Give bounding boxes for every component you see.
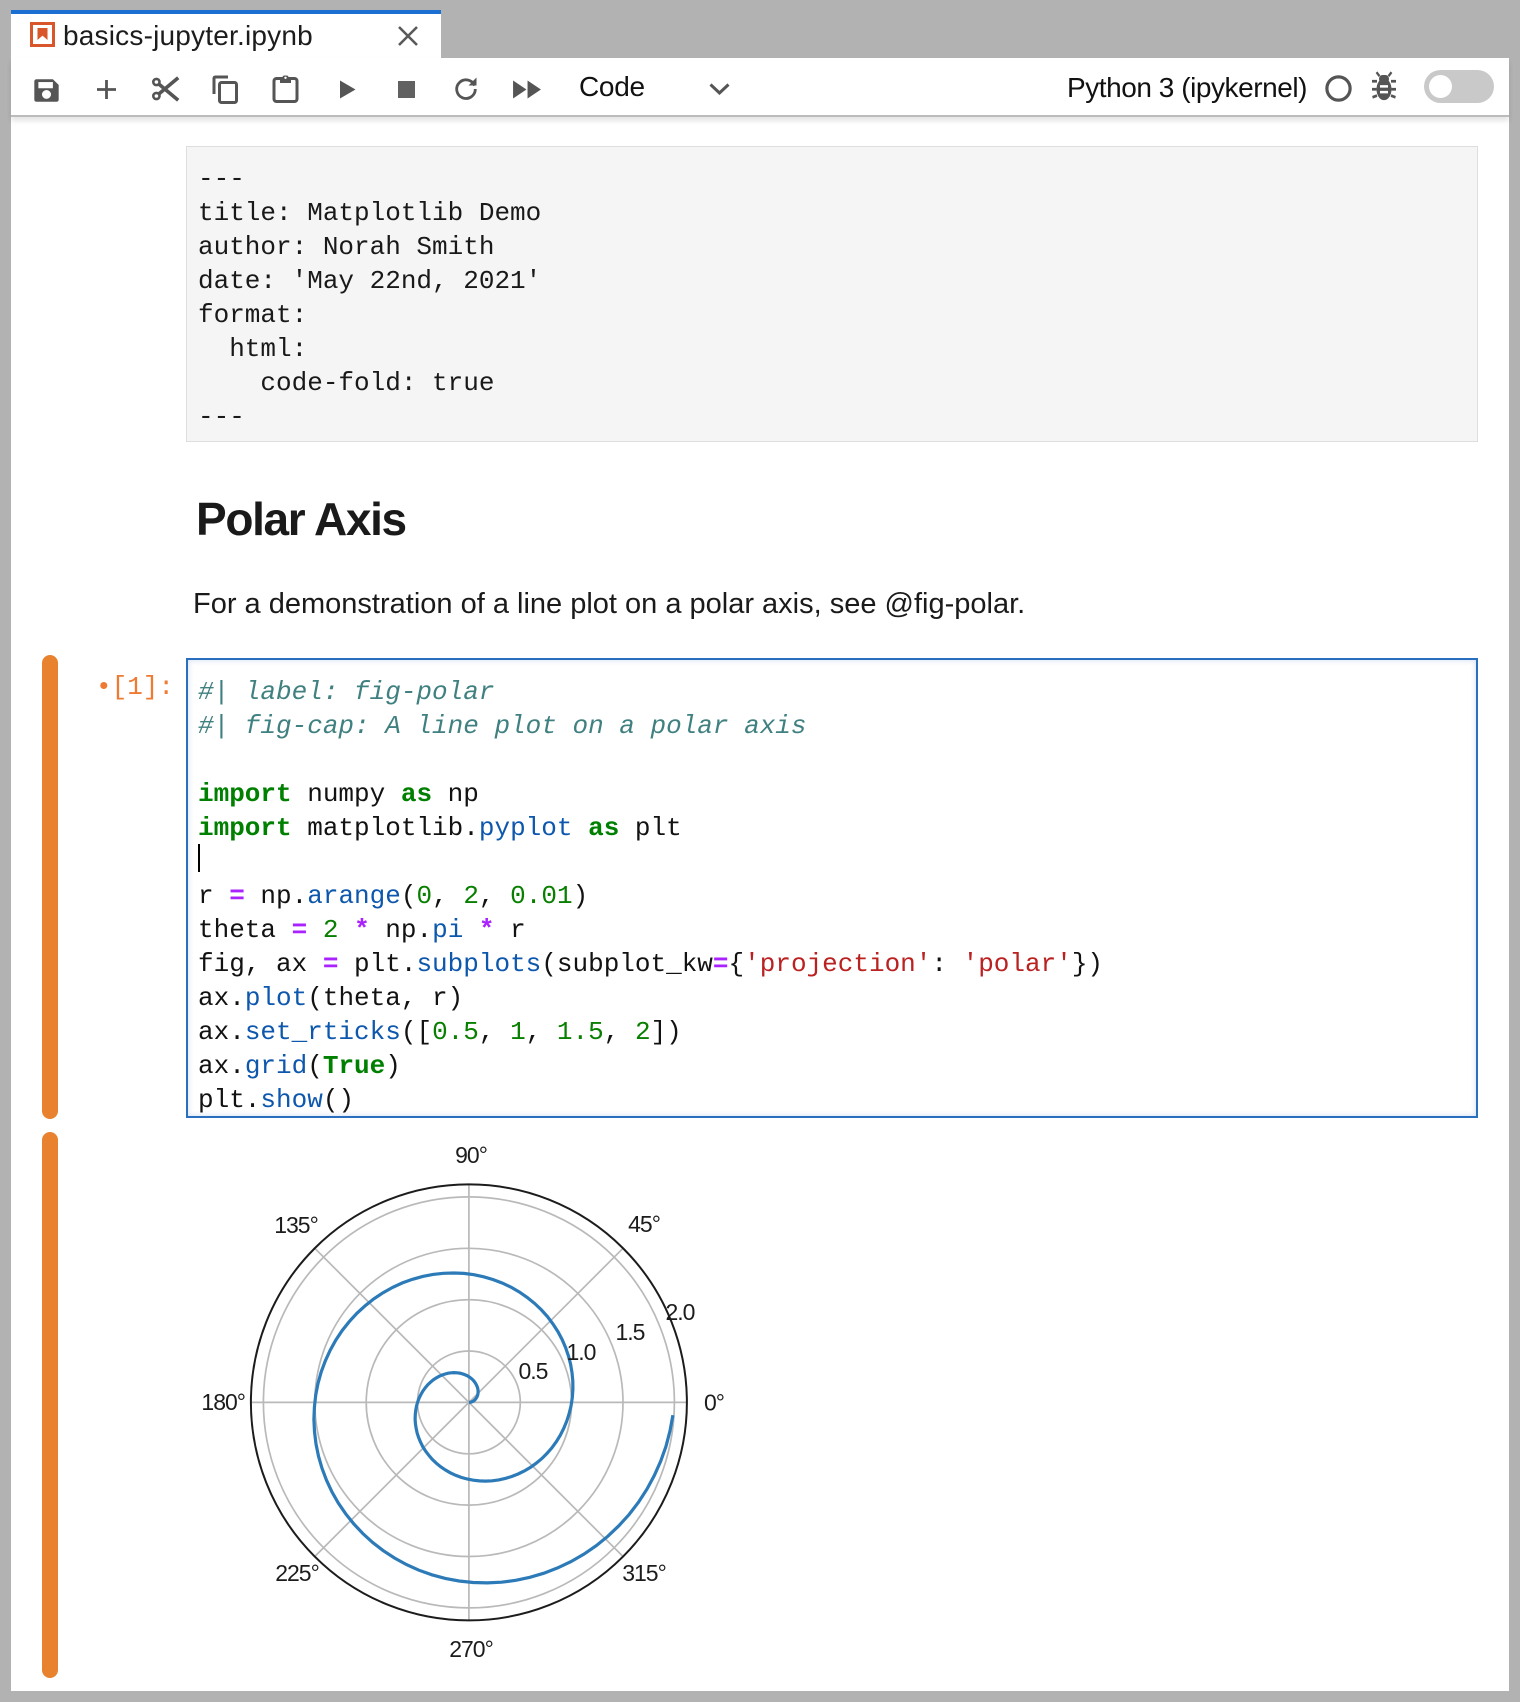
svg-text:1.0: 1.0 [567, 1339, 596, 1365]
svg-text:1.5: 1.5 [616, 1319, 645, 1345]
svg-text:0.5: 0.5 [519, 1358, 548, 1384]
svg-text:225°: 225° [275, 1560, 319, 1586]
svg-text:0°: 0° [704, 1389, 724, 1415]
svg-text:270°: 270° [449, 1636, 493, 1662]
svg-text:90°: 90° [455, 1142, 487, 1168]
svg-text:2.0: 2.0 [666, 1299, 695, 1325]
svg-text:135°: 135° [274, 1212, 318, 1238]
svg-text:45°: 45° [628, 1211, 660, 1237]
svg-text:180°: 180° [201, 1389, 245, 1415]
svg-text:315°: 315° [622, 1560, 666, 1586]
